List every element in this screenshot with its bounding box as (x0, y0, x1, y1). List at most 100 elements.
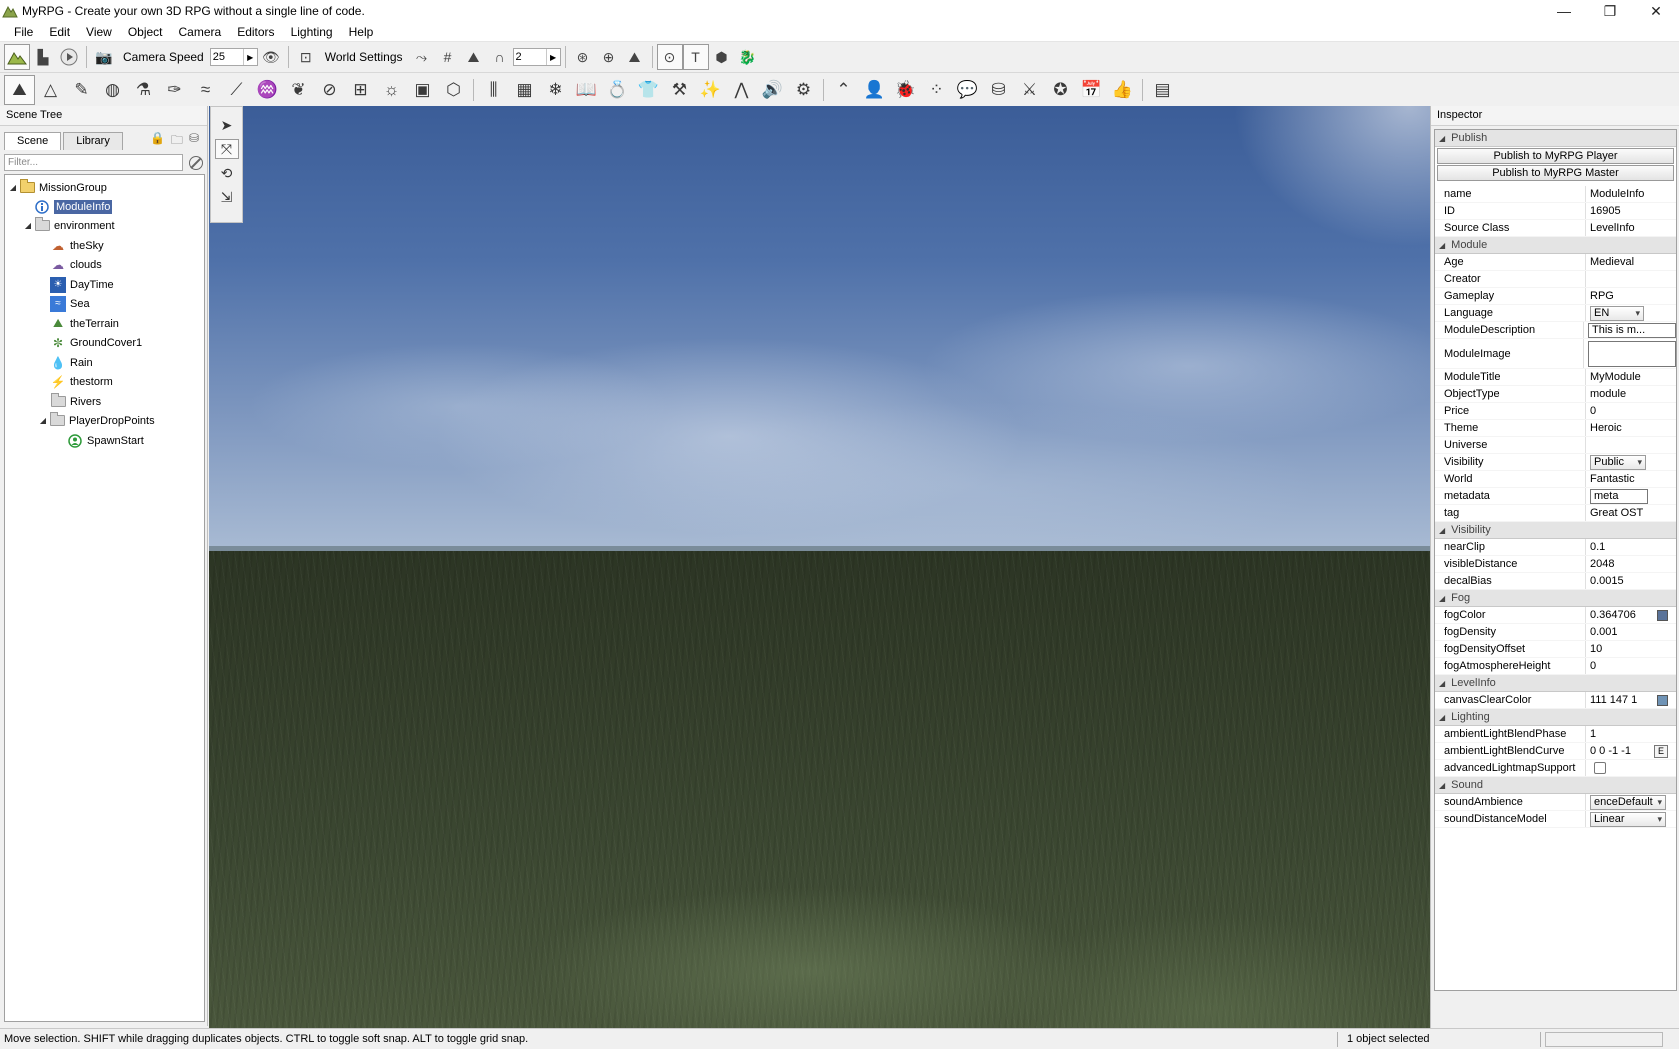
bug-icon[interactable]: 🐞 (890, 75, 921, 105)
prop-value[interactable]: MyModule (1585, 369, 1676, 385)
menu-help[interactable]: Help (341, 25, 382, 39)
prop-value[interactable]: ModuleInfo (1585, 186, 1676, 202)
sound-ambience-dropdown[interactable]: enceDefault (1590, 794, 1666, 810)
tree-item-playerdroppoints[interactable]: ◢ PlayerDropPoints (37, 411, 155, 430)
world-editor-icon[interactable] (4, 44, 30, 70)
object-editor-icon[interactable]: ⛰ (4, 74, 35, 105)
menu-lighting[interactable]: Lighting (283, 25, 341, 39)
prop-value[interactable]: 1 (1585, 726, 1676, 742)
section-module[interactable]: ◢ Module (1435, 237, 1676, 254)
tree-item-groundcover1[interactable]: ✼ GroundCover1 (50, 333, 142, 352)
prop-value[interactable]: 2048 (1585, 556, 1676, 572)
prop-value[interactable]: 0.0015 (1585, 573, 1676, 589)
arrow-up-icon[interactable]: ⌃ (828, 75, 859, 105)
tree-item-thestorm[interactable]: ⚡ thestorm (50, 372, 113, 391)
table-icon[interactable]: ▦ (509, 75, 540, 105)
mesh-road-icon[interactable]: ⟋ (221, 75, 252, 105)
material-editor-icon[interactable]: ◍ (97, 75, 128, 105)
road-editor-icon[interactable]: ✑ (159, 75, 190, 105)
tree-item-environment[interactable]: ◢ environment (22, 216, 115, 235)
minimize-button[interactable]: — (1541, 0, 1587, 22)
world-settings-label[interactable]: World Settings (319, 50, 409, 64)
speech-bubble-icon[interactable]: 💬 (952, 75, 983, 105)
menu-file[interactable]: File (6, 25, 41, 39)
forest-editor-icon[interactable]: ♒ (252, 75, 283, 105)
section-visibility[interactable]: ◢ Visibility (1435, 522, 1676, 539)
screenshot-icon[interactable]: ⊡ (293, 44, 319, 70)
prop-value[interactable]: 16905 (1585, 203, 1676, 219)
prop-value[interactable] (1585, 271, 1676, 287)
lock-icon[interactable]: 🔒 (150, 131, 165, 152)
chevron-right-icon[interactable]: ▶ (242, 49, 257, 65)
sketch-tool-icon[interactable]: ⚗ (128, 75, 159, 105)
prop-value[interactable]: Medieval (1585, 254, 1676, 270)
advanced-lightmap-checkbox[interactable] (1594, 762, 1606, 774)
person-icon[interactable]: 👤 (859, 75, 890, 105)
publish-master-button[interactable]: Publish to MyRPG Master (1437, 165, 1674, 181)
terrain-align-icon[interactable]: ⛰ (622, 44, 648, 70)
publish-player-button[interactable]: Publish to MyRPG Player (1437, 148, 1674, 164)
decal-editor-icon[interactable]: ❦ (283, 75, 314, 105)
tree-item-moduleinfo[interactable]: ModuleInfo (34, 197, 113, 216)
tab-scene[interactable]: Scene (4, 132, 62, 150)
3d-viewport[interactable]: ➤ ⤧ ⟲ ⇲ (209, 106, 1430, 1028)
prop-value[interactable]: 0.364706 (1590, 609, 1636, 621)
visibility-dropdown[interactable]: Public (1590, 454, 1646, 470)
prop-value[interactable]: module (1585, 386, 1676, 402)
particle-editor-icon[interactable]: ⊞ (345, 75, 376, 105)
folder-add-icon[interactable]: 🗀 (171, 131, 183, 152)
tree-item-sea[interactable]: ≈ Sea (50, 294, 90, 313)
section-lighting[interactable]: ◢ Lighting (1435, 709, 1676, 726)
menu-view[interactable]: View (78, 25, 120, 39)
visibility-eye-icon[interactable]: 👁 (258, 44, 284, 70)
tab-library[interactable]: Library (63, 132, 123, 150)
gui-editor-icon[interactable]: ▙ (30, 44, 56, 70)
section-fog[interactable]: ◢ Fog (1435, 590, 1676, 607)
prop-value[interactable]: Heroic (1585, 420, 1676, 436)
prop-value[interactable]: Fantastic (1585, 471, 1676, 487)
coins-icon[interactable]: ⛁ (983, 75, 1014, 105)
rotate-gizmo-icon[interactable]: ⟲ (215, 163, 239, 183)
ring-icon[interactable]: 💍 (602, 75, 633, 105)
menu-edit[interactable]: Edit (41, 25, 78, 39)
terrain-snap-icon[interactable]: ⛰ (461, 44, 487, 70)
thumbs-up-icon[interactable]: 👍 (1107, 75, 1138, 105)
path-nodes-icon[interactable]: ⁘ (921, 75, 952, 105)
sound-distance-model-dropdown[interactable]: Linear (1590, 811, 1666, 827)
speaker-icon[interactable]: 🔊 (757, 75, 788, 105)
mixer-icon[interactable]: ⫼ (478, 75, 509, 105)
tree-item-daytime[interactable]: ☀ DayTime (50, 275, 114, 294)
gear-icon[interactable]: ⚙ (788, 75, 819, 105)
selection-center-icon[interactable]: ⊙ (656, 44, 683, 70)
hammer-icon[interactable]: ⚒ (664, 75, 695, 105)
tree-item-rain[interactable]: 💧 Rain (50, 353, 93, 372)
tree-item-rivers[interactable]: Rivers (50, 392, 101, 411)
prop-value[interactable]: LevelInfo (1585, 220, 1676, 236)
canvas-color-swatch[interactable] (1657, 694, 1668, 706)
camera-speed-input[interactable]: 25 ▶ (209, 48, 258, 66)
prop-value[interactable]: 0.001 (1585, 624, 1676, 640)
snowflake-icon[interactable]: ❄ (540, 75, 571, 105)
edit-curve-button[interactable]: E (1654, 744, 1668, 758)
fog-color-swatch[interactable] (1657, 609, 1668, 621)
filter-input[interactable]: Filter... (4, 154, 184, 171)
shirt-icon[interactable]: 👕 (633, 75, 664, 105)
badge-icon[interactable]: ✪ (1045, 75, 1076, 105)
expand-arrow-icon[interactable]: ◢ (37, 416, 49, 425)
prop-value[interactable]: 0 0 -1 -1 (1590, 745, 1631, 757)
prop-value[interactable]: Great OST (1585, 505, 1676, 521)
grid-size-input[interactable]: 2 ▶ (512, 48, 561, 66)
anvil-icon[interactable]: ⚔ (1014, 75, 1045, 105)
play-icon[interactable] (56, 44, 82, 70)
object-snap-icon[interactable]: ⊛ (570, 44, 596, 70)
prop-value[interactable]: RPG (1585, 288, 1676, 304)
prop-value[interactable]: 0.1 (1585, 539, 1676, 555)
magic-wand-icon[interactable]: ✨ (695, 75, 726, 105)
module-description-input[interactable]: This is m... (1588, 322, 1676, 338)
prop-value[interactable]: 111 147 1 (1590, 694, 1637, 706)
language-dropdown[interactable]: EN (1590, 305, 1644, 321)
menu-object[interactable]: Object (120, 25, 171, 39)
section-sound[interactable]: ◢ Sound (1435, 777, 1676, 794)
metadata-input[interactable]: meta (1590, 488, 1648, 504)
terrain-painter-icon[interactable]: ✎ (66, 75, 97, 105)
